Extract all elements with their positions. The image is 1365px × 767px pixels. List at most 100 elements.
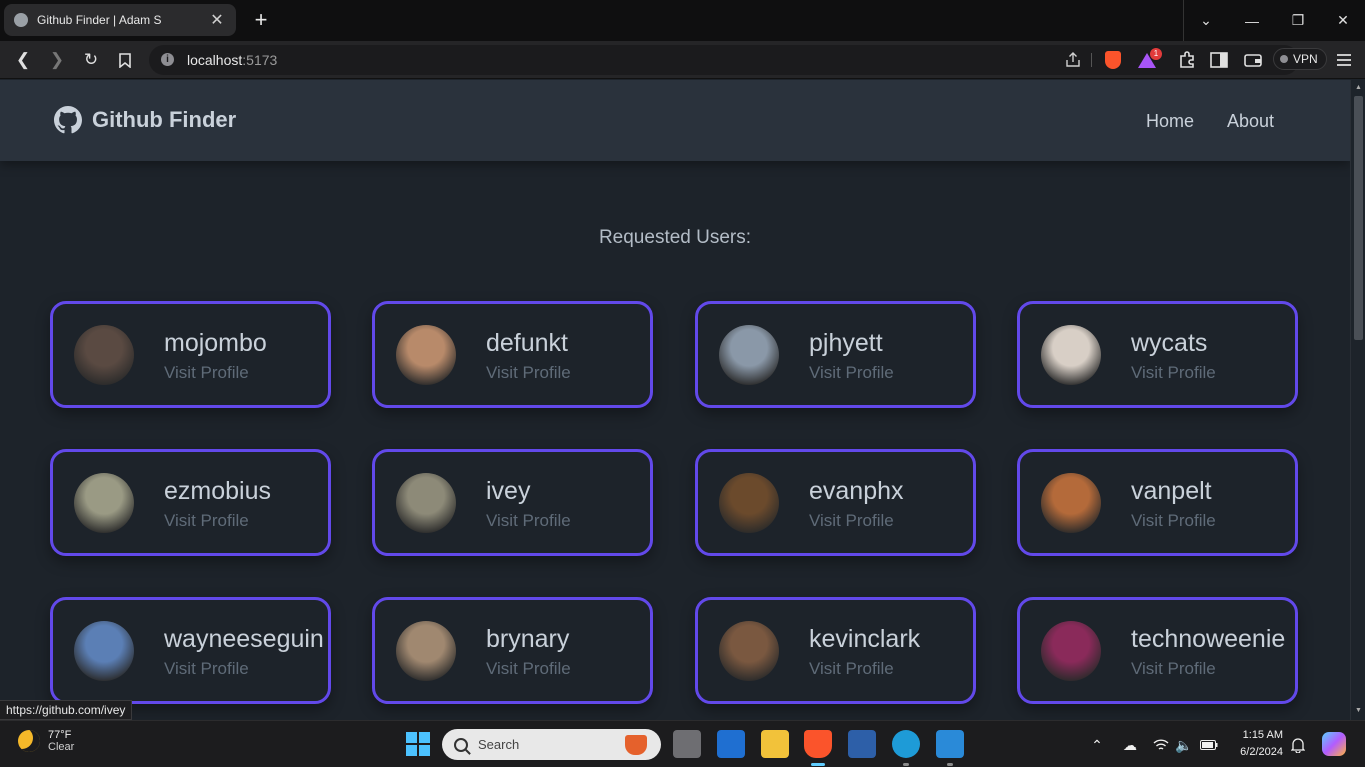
visit-profile-link[interactable]: Visit Profile xyxy=(1131,511,1216,531)
brave-shields-icon[interactable] xyxy=(1103,50,1123,70)
windows-start-icon[interactable] xyxy=(404,730,432,758)
nav-home-link[interactable]: Home xyxy=(1146,111,1194,132)
browser-tab[interactable]: Github Finder | Adam S ✕ xyxy=(4,4,236,36)
battery-icon[interactable] xyxy=(1199,735,1219,755)
browser-toolbar: ❮ ❯ ↻ i localhost:5173 xyxy=(0,41,1365,79)
visit-profile-link[interactable]: Visit Profile xyxy=(1131,659,1216,679)
visit-profile-link[interactable]: Visit Profile xyxy=(1131,363,1216,383)
search-icon xyxy=(454,737,468,752)
visit-profile-link[interactable]: Visit Profile xyxy=(164,659,249,679)
back-button[interactable]: ❮ xyxy=(11,48,35,72)
restore-button[interactable]: ❐ xyxy=(1275,0,1321,41)
visit-profile-link[interactable]: Visit Profile xyxy=(164,511,249,531)
minimize-button[interactable]: — xyxy=(1229,0,1275,41)
notification-bell-icon[interactable] xyxy=(1288,735,1308,755)
scroll-thumb[interactable] xyxy=(1354,96,1363,340)
clock-date[interactable]: 6/2/2024 xyxy=(1225,746,1283,758)
taskbar-search-input[interactable]: Search xyxy=(442,729,661,760)
user-card[interactable]: ezmobius Visit Profile xyxy=(50,449,331,556)
user-card[interactable]: defunkt Visit Profile xyxy=(372,301,653,408)
search-highlight-icon xyxy=(625,735,647,755)
visit-profile-link[interactable]: Visit Profile xyxy=(486,511,571,531)
edge-browser-icon[interactable] xyxy=(892,730,920,758)
link-status-tooltip: https://github.com/ivey xyxy=(0,700,133,720)
task-view-icon[interactable] xyxy=(673,730,701,758)
scroll-up-arrow-icon[interactable]: ▲ xyxy=(1354,83,1363,93)
user-card[interactable]: technoweenie Visit Profile xyxy=(1017,597,1298,704)
user-login: vanpelt xyxy=(1131,477,1212,505)
extensions-icon[interactable] xyxy=(1177,50,1197,70)
globe-icon xyxy=(14,13,28,27)
reload-button[interactable]: ↻ xyxy=(79,48,103,72)
onedrive-cloud-icon[interactable]: ☁ xyxy=(1120,735,1140,755)
visit-profile-link[interactable]: Visit Profile xyxy=(809,363,894,383)
close-window-button[interactable]: ✕ xyxy=(1320,0,1365,41)
page-viewport: Github Finder Home About Requested Users… xyxy=(0,80,1350,720)
visit-profile-link[interactable]: Visit Profile xyxy=(486,659,571,679)
user-avatar xyxy=(719,473,779,533)
user-login: ezmobius xyxy=(164,477,271,505)
user-login: brynary xyxy=(486,625,570,653)
page-heading: Requested Users: xyxy=(598,227,752,248)
user-avatar xyxy=(719,621,779,681)
app-navbar: Github Finder Home About xyxy=(0,80,1350,161)
url-text[interactable]: localhost:5173 xyxy=(187,52,277,68)
visit-profile-link[interactable]: Visit Profile xyxy=(164,363,249,383)
user-card[interactable]: ivey Visit Profile xyxy=(372,449,653,556)
share-icon[interactable] xyxy=(1063,50,1083,70)
user-card[interactable]: pjhyett Visit Profile xyxy=(695,301,976,408)
sidebar-icon[interactable] xyxy=(1209,50,1229,70)
tab-search-chevron-icon[interactable]: ⌄ xyxy=(1183,0,1229,41)
user-login: technoweenie xyxy=(1131,625,1286,653)
file-explorer-icon[interactable] xyxy=(761,730,789,758)
user-login: pjhyett xyxy=(809,329,883,357)
brand-link[interactable]: Github Finder xyxy=(54,106,236,134)
menu-icon[interactable] xyxy=(1334,50,1354,70)
visit-profile-link[interactable]: Visit Profile xyxy=(809,511,894,531)
nav-about-link[interactable]: About xyxy=(1227,111,1274,132)
user-card[interactable]: kevinclark Visit Profile xyxy=(695,597,976,704)
clock-time[interactable]: 1:15 AM xyxy=(1225,729,1283,741)
user-card[interactable]: wayneeseguin Visit Profile xyxy=(50,597,331,704)
user-card[interactable]: wycats Visit Profile xyxy=(1017,301,1298,408)
user-avatar xyxy=(74,621,134,681)
vscode-icon[interactable] xyxy=(936,730,964,758)
running-indicator xyxy=(947,763,953,766)
forward-button[interactable]: ❯ xyxy=(45,48,69,72)
visit-profile-link[interactable]: Visit Profile xyxy=(809,659,894,679)
brave-browser-icon[interactable] xyxy=(804,730,832,758)
wifi-icon[interactable] xyxy=(1151,735,1171,755)
wallet-icon[interactable] xyxy=(1243,50,1263,70)
user-avatar xyxy=(396,325,456,385)
user-avatar xyxy=(1041,325,1101,385)
user-avatar xyxy=(74,473,134,533)
address-bar[interactable]: i localhost:5173 xyxy=(149,45,1299,75)
page-scrollbar[interactable]: ▲ ▼ xyxy=(1350,80,1365,720)
tab-title: Github Finder | Adam S xyxy=(37,13,162,27)
user-card[interactable]: vanpelt Visit Profile xyxy=(1017,449,1298,556)
url-host: localhost xyxy=(187,52,243,68)
scroll-down-arrow-icon[interactable]: ▼ xyxy=(1354,706,1363,716)
url-port: :5173 xyxy=(242,52,278,68)
weather-widget[interactable]: 77°F Clear xyxy=(18,729,74,753)
close-tab-icon[interactable]: ✕ xyxy=(208,10,226,30)
visit-profile-link[interactable]: Visit Profile xyxy=(486,363,571,383)
vpn-label: VPN xyxy=(1293,52,1318,66)
vpn-button[interactable]: VPN xyxy=(1273,48,1327,70)
bookmark-icon[interactable] xyxy=(113,48,137,72)
user-card[interactable]: brynary Visit Profile xyxy=(372,597,653,704)
prime-video-icon[interactable] xyxy=(717,730,745,758)
volume-icon[interactable]: 🔈 xyxy=(1174,735,1194,755)
user-card[interactable]: mojombo Visit Profile xyxy=(50,301,331,408)
brand-title: Github Finder xyxy=(92,107,237,132)
chevron-up-icon[interactable]: ⌃ xyxy=(1087,735,1107,755)
copilot-icon[interactable] xyxy=(1322,732,1346,756)
user-avatar xyxy=(1041,621,1101,681)
site-info-icon[interactable]: i xyxy=(161,53,174,66)
weather-temp: 77°F xyxy=(48,729,72,741)
powershell-icon[interactable] xyxy=(848,730,876,758)
rewards-badge: 1 xyxy=(1150,48,1162,60)
user-login: wycats xyxy=(1131,329,1208,357)
user-card[interactable]: evanphx Visit Profile xyxy=(695,449,976,556)
new-tab-button[interactable]: + xyxy=(249,8,273,32)
